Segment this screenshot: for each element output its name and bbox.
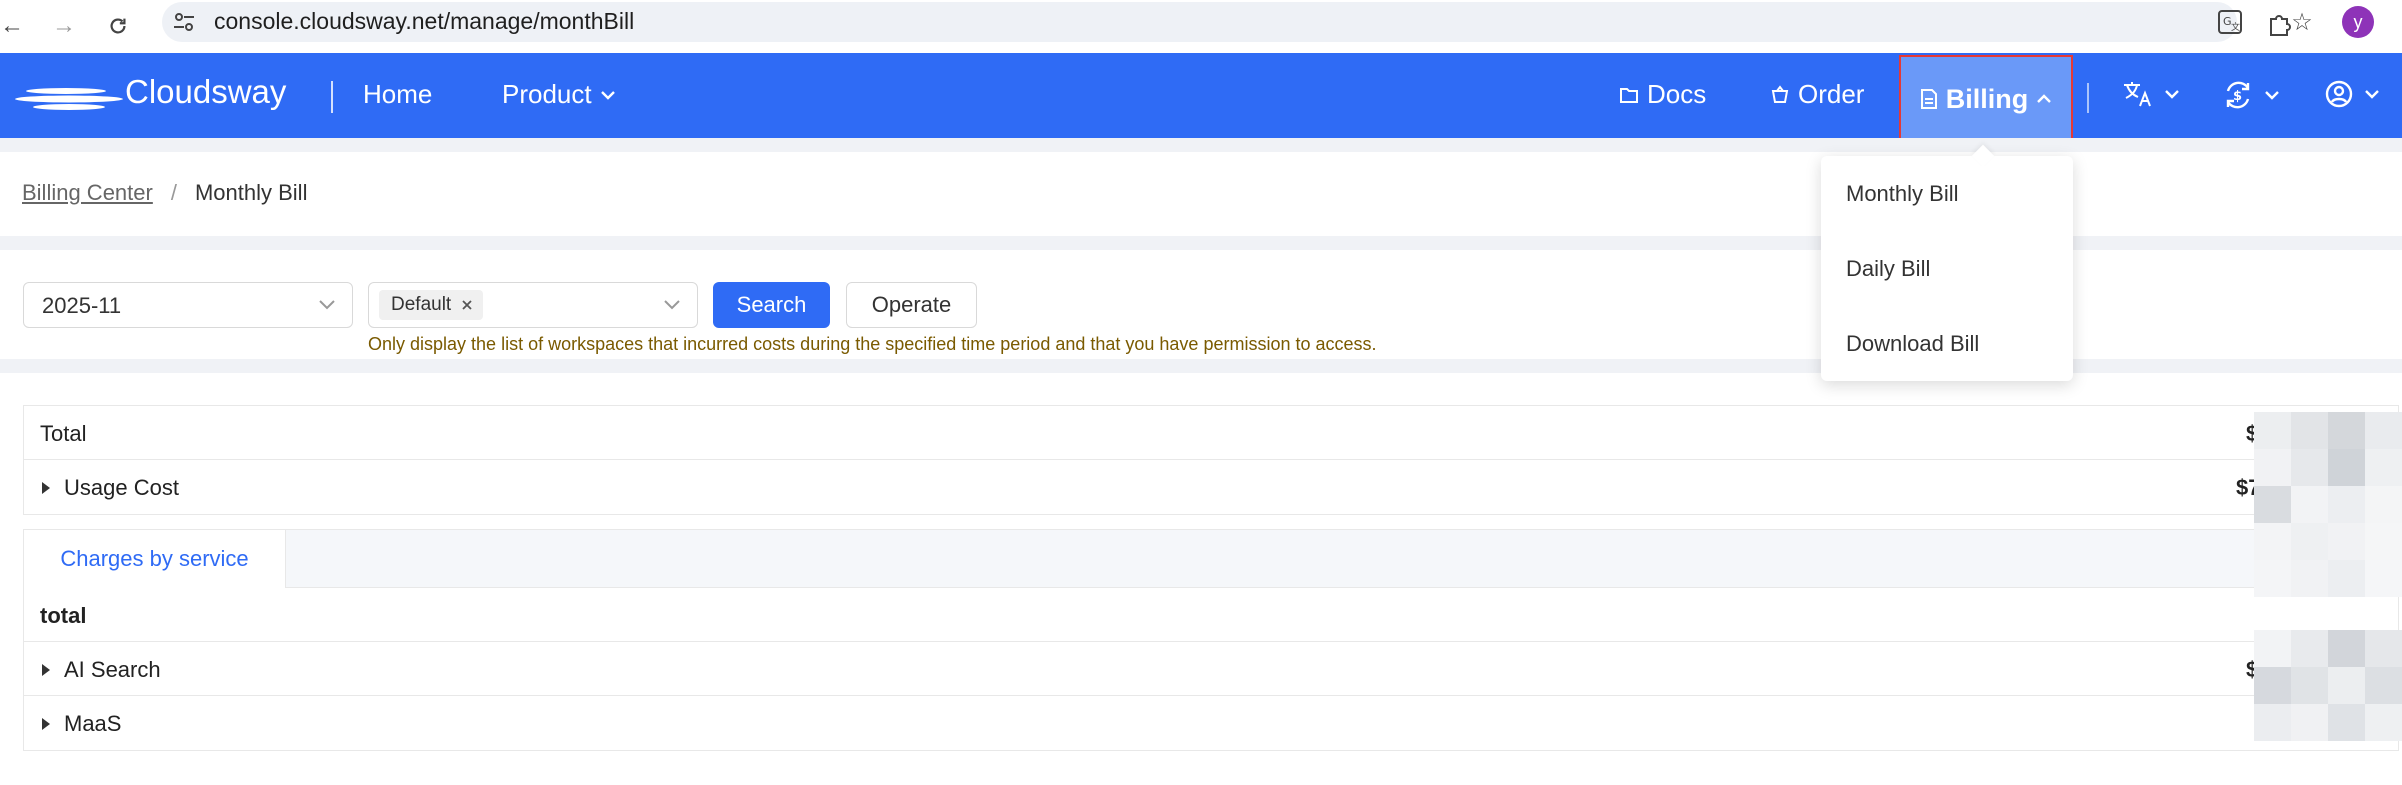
maas-text: MaaS: [64, 711, 122, 736]
workspace-tag-label: Default: [391, 294, 452, 315]
service-total-label: total: [40, 603, 87, 628]
chevron-down-icon: [2265, 91, 2279, 100]
brand-name[interactable]: Cloudsway: [125, 73, 286, 111]
nav-home-label: Home: [363, 79, 433, 109]
svg-text:$: $: [2233, 89, 2242, 104]
table-row-total: Total $: [24, 406, 2398, 460]
nav-divider: [331, 81, 333, 113]
profile-avatar[interactable]: y: [2342, 6, 2374, 38]
breadcrumb-separator: /: [170, 180, 177, 205]
redacted-service-amounts-mask: [2254, 630, 2402, 741]
nav-docs-label: Docs: [1647, 79, 1707, 109]
table-row-ai-search[interactable]: AI Search $: [24, 642, 2398, 696]
bill-document-icon: [1920, 89, 1937, 109]
table-row-usage-cost[interactable]: Usage Cost $7: [24, 460, 2398, 514]
chevron-down-icon: [2165, 90, 2179, 99]
month-select[interactable]: 2025-11: [23, 282, 353, 328]
search-button[interactable]: Search: [713, 282, 830, 328]
expand-caret-icon[interactable]: [42, 718, 50, 730]
nav-order-label: Order: [1798, 79, 1865, 109]
section-gap: [0, 138, 2402, 152]
chevron-down-icon: [2365, 90, 2379, 99]
nav-divider-right: [2087, 83, 2089, 113]
user-menu[interactable]: [2324, 79, 2380, 109]
folder-icon: [1620, 87, 1638, 103]
chevron-up-icon: [2037, 94, 2052, 103]
tab-charges-by-service[interactable]: Charges by service: [24, 530, 286, 588]
maas-label[interactable]: MaaS: [40, 711, 121, 737]
breadcrumb-current: Monthly Bill: [194, 180, 308, 205]
expand-caret-icon[interactable]: [42, 664, 50, 676]
month-select-value: 2025-11: [42, 293, 122, 318]
back-arrow-icon[interactable]: ←: [0, 8, 30, 44]
user-circle-icon: [2325, 80, 2353, 108]
nav-order-link[interactable]: Order: [1770, 79, 1864, 110]
charges-by-service-table: Charges by service total AI Search $ Maa…: [23, 529, 2399, 751]
operate-button[interactable]: Operate: [846, 282, 977, 328]
table-row-total: total: [24, 588, 2398, 642]
cloudsway-logo-icon[interactable]: [14, 77, 124, 121]
total-label: Total: [40, 421, 87, 446]
billing-dropdown-menu: Monthly Bill Daily Bill Download Bill: [1821, 156, 2073, 381]
nav-product-label: Product: [502, 79, 592, 109]
ai-search-text: AI Search: [64, 657, 161, 682]
svg-text:文: 文: [2231, 21, 2240, 33]
workspace-hint-text: Only display the list of workspaces that…: [368, 334, 1377, 354]
nav-docs-link[interactable]: Docs: [1619, 79, 1706, 110]
reload-icon[interactable]: [100, 8, 136, 44]
redacted-amounts-mask: [2254, 412, 2402, 597]
top-navigation-bar: Cloudsway Home Product Docs Order Billin…: [0, 53, 2402, 143]
tab-bar: Charges by service: [24, 530, 2398, 588]
basket-icon: [1771, 84, 1789, 103]
menu-item-daily-bill[interactable]: Daily Bill: [1846, 256, 1930, 282]
ai-search-label[interactable]: AI Search: [40, 657, 161, 683]
nav-billing-label: Billing: [1945, 83, 2029, 114]
currency-switcher[interactable]: $: [2222, 79, 2280, 111]
chevron-down-icon: [319, 300, 335, 310]
nav-product-menu[interactable]: Product: [502, 79, 616, 110]
menu-item-download-bill[interactable]: Download Bill: [1846, 331, 1979, 357]
extensions-puzzle-icon[interactable]: [2262, 6, 2298, 42]
summary-table: Total $ Usage Cost $7: [23, 405, 2399, 515]
chevron-down-icon: [664, 300, 680, 310]
forward-arrow-icon[interactable]: →: [46, 8, 82, 44]
translate-icon: [2124, 82, 2151, 107]
nav-home-link[interactable]: Home: [363, 79, 432, 110]
usage-cost-label[interactable]: Usage Cost: [40, 475, 179, 501]
language-switcher[interactable]: [2122, 79, 2180, 109]
address-bar[interactable]: console.cloudsway.net/manage/monthBill G…: [162, 2, 2313, 42]
site-info-icon[interactable]: [170, 8, 198, 36]
table-row-maas[interactable]: MaaS: [24, 696, 2398, 750]
workspace-tag: Default: [379, 290, 484, 320]
url-text: console.cloudsway.net/manage/monthBill: [214, 8, 635, 34]
breadcrumb-billing-center-link[interactable]: Billing Center: [22, 180, 153, 206]
nav-billing-menu[interactable]: Billing: [1899, 55, 2073, 143]
workspace-select[interactable]: Default: [368, 282, 698, 328]
breadcrumb: Billing Center / Monthly Bill: [22, 180, 307, 206]
chevron-down-icon: [600, 90, 615, 100]
usage-cost-text: Usage Cost: [64, 475, 179, 500]
expand-caret-icon[interactable]: [42, 482, 50, 494]
menu-item-monthly-bill[interactable]: Monthly Bill: [1846, 181, 1958, 207]
close-icon[interactable]: [461, 299, 473, 311]
browser-chrome: ← → console.cloudsway.net/manage/monthBi…: [0, 0, 2402, 53]
translate-page-icon[interactable]: G文: [2212, 4, 2248, 40]
currency-exchange-icon: $: [2226, 81, 2250, 109]
